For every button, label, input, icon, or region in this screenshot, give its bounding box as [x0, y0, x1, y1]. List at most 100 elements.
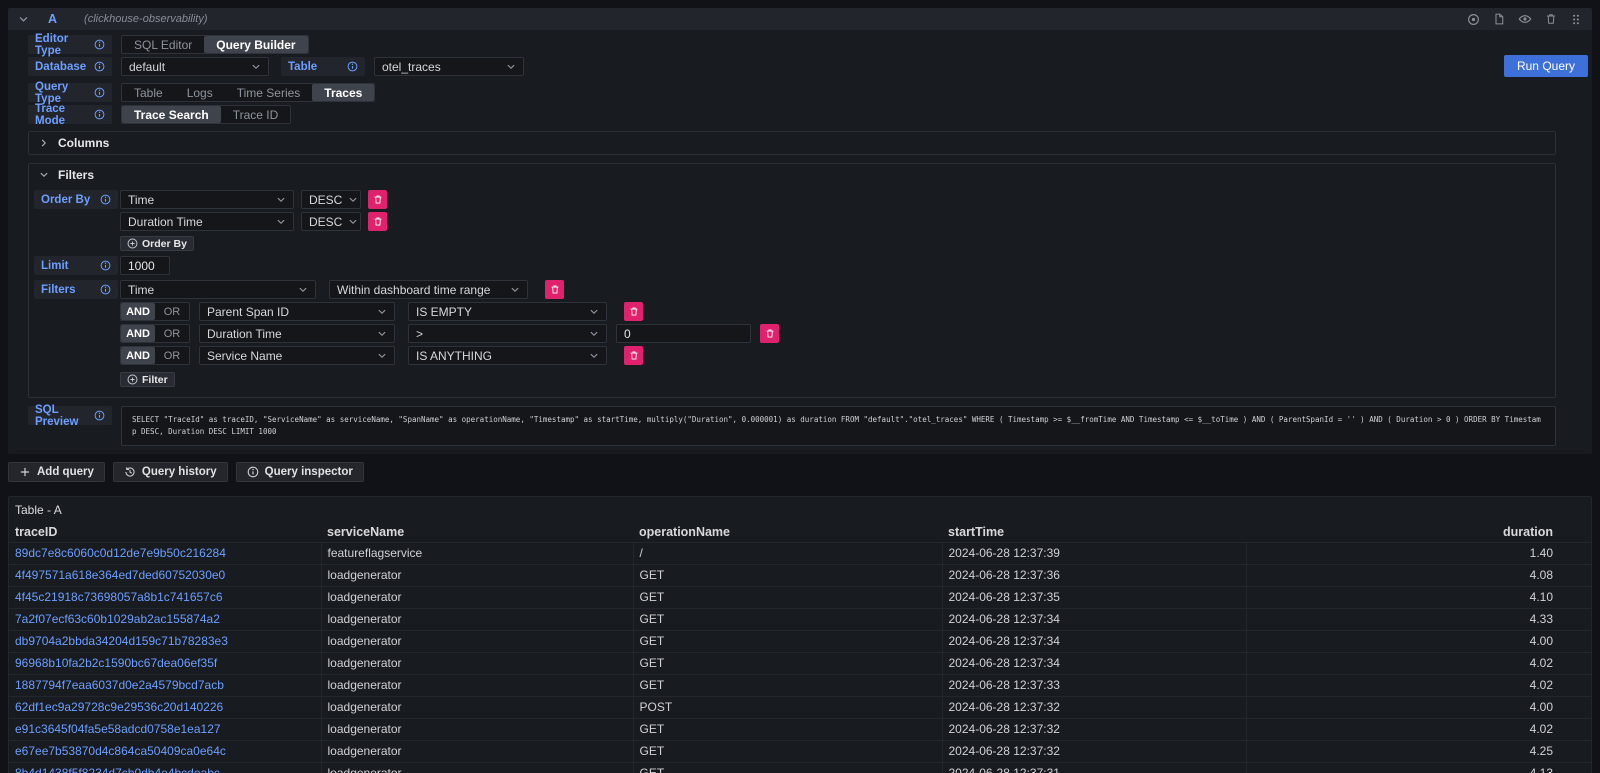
- table-label: Table: [281, 57, 365, 76]
- filter-operator-select[interactable]: >: [408, 324, 607, 343]
- filter-operator-select[interactable]: IS ANYTHING: [408, 346, 607, 365]
- query-type-option-time-series[interactable]: Time Series: [225, 84, 313, 101]
- trace-mode-label: Trace Mode: [28, 105, 112, 124]
- trace-id-link[interactable]: 4f45c21918c73698057a8b1c741657c6: [15, 590, 223, 604]
- operation-name-cell: GET: [633, 718, 942, 740]
- add-query-button[interactable]: Add query: [8, 462, 105, 482]
- order-by-field-select[interactable]: Time: [120, 190, 294, 209]
- filter-value-input[interactable]: [616, 324, 751, 343]
- circle-dot-icon[interactable]: [1467, 13, 1480, 26]
- logic-and-option[interactable]: AND: [121, 347, 155, 364]
- column-header-operationname[interactable]: operationName: [633, 522, 942, 542]
- trace-id-link[interactable]: db9704a2bbda34204d159c71b78283e3: [15, 634, 228, 648]
- query-inspector-button[interactable]: Query inspector: [236, 462, 364, 482]
- editor-type-option-query-builder[interactable]: Query Builder: [204, 36, 307, 53]
- trace-id-link[interactable]: 7a2f07ecf63c60b1029ab2ac155874a2: [15, 612, 220, 626]
- trace-id-link[interactable]: 96968b10fa2b2c1590bc67dea06ef35f: [15, 656, 217, 670]
- logic-operator-group: AND OR: [120, 302, 190, 321]
- info-icon[interactable]: [94, 39, 105, 50]
- add-filter-button[interactable]: Filter: [120, 372, 175, 387]
- limit-input[interactable]: [120, 256, 170, 275]
- filter-condition-select[interactable]: Within dashboard time range: [329, 280, 528, 299]
- chevron-down-icon: [276, 217, 286, 227]
- filter-row: AND OR Duration Time >: [34, 324, 1545, 343]
- remove-filter-button[interactable]: [624, 346, 643, 365]
- remove-order-by-button[interactable]: [368, 190, 387, 209]
- filter-operator-select[interactable]: IS EMPTY: [408, 302, 607, 321]
- query-row-header[interactable]: A (clickhouse-observability): [8, 8, 1592, 30]
- logic-or-option[interactable]: OR: [155, 303, 189, 320]
- info-icon[interactable]: [94, 87, 105, 98]
- database-select[interactable]: default: [121, 57, 269, 76]
- filter-field-select[interactable]: Service Name: [199, 346, 395, 365]
- column-header-servicename[interactable]: serviceName: [321, 522, 633, 542]
- order-by-direction-select[interactable]: DESC: [301, 212, 361, 231]
- info-icon[interactable]: [94, 410, 105, 421]
- history-icon: [124, 466, 136, 478]
- order-by-direction-select[interactable]: DESC: [301, 190, 361, 209]
- trace-mode-option-trace-id[interactable]: Trace ID: [221, 106, 291, 123]
- table-row: 4f497571a618e364ed7ded60752030e0 loadgen…: [9, 564, 1591, 586]
- info-icon[interactable]: [100, 284, 111, 295]
- remove-filter-button[interactable]: [624, 302, 643, 321]
- editor-type-option-sql-editor[interactable]: SQL Editor: [122, 36, 204, 53]
- column-header-duration[interactable]: duration: [1246, 522, 1591, 542]
- trace-id-link[interactable]: 62df1ec9a29728c9e29536c20d140226: [15, 700, 223, 714]
- trace-id-link[interactable]: 89dc7e8c6060c0d12de7e9b50c216284: [15, 546, 226, 560]
- info-icon[interactable]: [100, 260, 111, 271]
- info-icon[interactable]: [94, 109, 105, 120]
- start-time-cell: 2024-06-28 12:37:32: [942, 696, 1246, 718]
- query-history-button[interactable]: Query history: [113, 462, 228, 482]
- logic-and-option[interactable]: AND: [121, 325, 155, 342]
- trace-id-link[interactable]: e67ee7b53870d4c864ca50409ca0e64c: [15, 744, 226, 758]
- query-editor-card: A (clickhouse-observability) Run Query: [8, 8, 1592, 454]
- table-row: e91c3645f04fa5e58adcd0758e1ea127 loadgen…: [9, 718, 1591, 740]
- datasource-name: (clickhouse-observability): [84, 13, 208, 25]
- table-select[interactable]: otel_traces: [374, 57, 524, 76]
- drag-handle-icon[interactable]: [1570, 13, 1582, 26]
- filters-section-header[interactable]: Filters: [29, 164, 1555, 186]
- columns-section-header[interactable]: Columns: [29, 132, 1555, 154]
- info-icon[interactable]: [347, 61, 358, 72]
- duplicate-icon[interactable]: [1493, 13, 1505, 25]
- logic-or-option[interactable]: OR: [155, 347, 189, 364]
- info-icon[interactable]: [100, 194, 111, 205]
- remove-filter-button[interactable]: [545, 280, 564, 299]
- sql-preview-row: SQL Preview SELECT "TraceId" as traceID,…: [28, 406, 1556, 446]
- query-type-option-logs[interactable]: Logs: [175, 84, 225, 101]
- collapse-chevron-icon[interactable]: [18, 14, 29, 25]
- trace-id-link[interactable]: 8b4d1438f5f8234d7cb0db4e4bcdeabc: [15, 766, 220, 773]
- duration-cell: 4.25: [1246, 740, 1591, 762]
- service-name-cell: loadgenerator: [321, 564, 633, 586]
- run-query-button[interactable]: Run Query: [1504, 55, 1588, 77]
- trace-id-link[interactable]: e91c3645f04fa5e58adcd0758e1ea127: [15, 722, 221, 736]
- trace-id-link[interactable]: 4f497571a618e364ed7ded60752030e0: [15, 568, 225, 582]
- remove-order-by-button[interactable]: [368, 212, 387, 231]
- start-time-cell: 2024-06-28 12:37:36: [942, 564, 1246, 586]
- operation-name-cell: GET: [633, 608, 942, 630]
- chevron-down-icon: [589, 351, 599, 361]
- filter-field-select[interactable]: Duration Time: [199, 324, 395, 343]
- filter-field-select[interactable]: Time: [120, 280, 316, 299]
- chevron-down-icon: [377, 329, 387, 339]
- column-header-starttime[interactable]: startTime: [942, 522, 1246, 542]
- chevron-right-icon: [39, 138, 49, 148]
- order-by-field-select[interactable]: Duration Time: [120, 212, 294, 231]
- add-order-by-button[interactable]: Order By: [120, 236, 194, 251]
- trace-mode-option-trace-search[interactable]: Trace Search: [122, 106, 221, 123]
- query-type-option-traces[interactable]: Traces: [312, 84, 374, 101]
- plus-circle-icon: [127, 238, 138, 249]
- info-icon[interactable]: [94, 61, 105, 72]
- info-icon: [247, 466, 259, 478]
- eye-icon[interactable]: [1518, 12, 1532, 26]
- logic-or-option[interactable]: OR: [155, 325, 189, 342]
- query-type-option-table[interactable]: Table: [122, 84, 175, 101]
- logic-and-option[interactable]: AND: [121, 303, 155, 320]
- service-name-cell: loadgenerator: [321, 674, 633, 696]
- duration-cell: 4.02: [1246, 652, 1591, 674]
- remove-filter-button[interactable]: [760, 324, 779, 343]
- trace-id-link[interactable]: 1887794f7eaa6037d0e2a4579bcd7acb: [15, 678, 224, 692]
- column-header-traceid[interactable]: traceID: [9, 522, 321, 542]
- trash-icon[interactable]: [1545, 13, 1557, 25]
- filter-field-select[interactable]: Parent Span ID: [199, 302, 395, 321]
